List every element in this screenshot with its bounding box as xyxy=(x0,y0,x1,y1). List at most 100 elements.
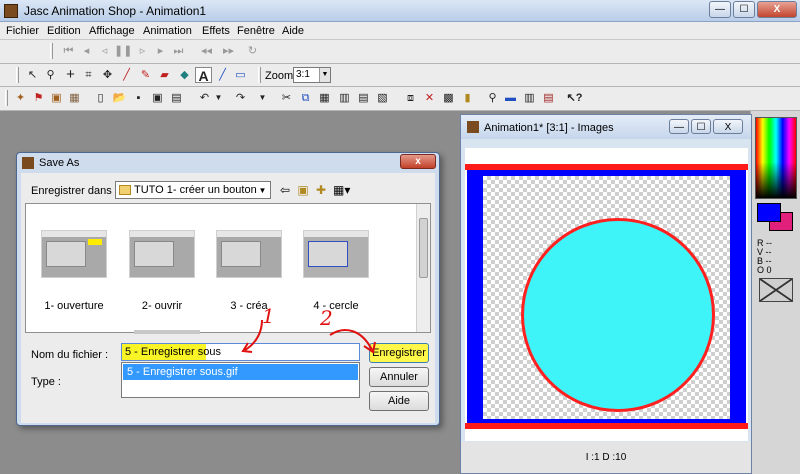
banner-wizard-icon[interactable]: ⚑ xyxy=(30,90,47,106)
back-icon[interactable]: ⇦ xyxy=(277,182,293,198)
delete-frames-icon[interactable]: ✕ xyxy=(421,90,438,106)
view-animation-icon[interactable]: ▬ xyxy=(502,90,519,106)
insert-frames-icon[interactable]: ⧈ xyxy=(402,90,419,106)
eraser-tool-icon[interactable]: ▰ xyxy=(156,67,173,83)
play-icon[interactable]: ▹ xyxy=(134,43,151,59)
cancel-button[interactable]: Annuler xyxy=(369,367,429,387)
line-tool-icon[interactable]: ╱ xyxy=(214,67,231,83)
color-spectrum[interactable] xyxy=(755,117,797,199)
menu-fenetre[interactable]: Fenêtre xyxy=(237,25,275,37)
fill-tool-icon[interactable]: ◆ xyxy=(176,67,193,83)
close-button[interactable]: X xyxy=(757,1,797,18)
open-psp-icon[interactable]: ▣ xyxy=(48,90,65,106)
anim-close-button[interactable]: X xyxy=(713,119,743,134)
dialog-close-button[interactable]: x xyxy=(400,154,436,169)
new-folder-icon[interactable]: ✚ xyxy=(313,182,329,198)
chevron-down-icon[interactable]: ▼ xyxy=(256,183,269,197)
previous-icon[interactable]: ◂◂ xyxy=(198,43,215,59)
zoom-tool-icon[interactable]: ⚲ xyxy=(42,67,59,83)
zoom-select[interactable]: 3:1 ▼ xyxy=(293,67,331,83)
previous-frame-icon[interactable]: ◂ xyxy=(78,43,95,59)
cut-icon[interactable]: ✂ xyxy=(278,90,295,106)
paste-icon[interactable]: ▦ xyxy=(316,90,333,106)
transition-icon[interactable]: ▩ xyxy=(440,90,457,106)
save-icon[interactable]: ▪ xyxy=(130,90,147,106)
save-as-icon[interactable]: ▣ xyxy=(149,90,166,106)
play-reverse-icon[interactable]: ◃ xyxy=(96,43,113,59)
menu-animation[interactable]: Animation xyxy=(143,25,192,37)
menu-fichier[interactable]: Fichier xyxy=(6,25,39,37)
save-button[interactable]: Enregistrer xyxy=(369,343,429,363)
next-frame-icon[interactable]: ▸ xyxy=(152,43,169,59)
file-list-scrollbar[interactable] xyxy=(416,204,430,332)
file-thumbnail xyxy=(303,230,369,278)
redo-dropdown-icon[interactable]: ▼ xyxy=(254,90,271,106)
pause-icon[interactable]: ❚❚ xyxy=(114,43,132,59)
arrow-tool-icon[interactable]: ↖ xyxy=(24,67,41,83)
color-swatches xyxy=(757,203,795,235)
menu-affichage[interactable]: Affichage xyxy=(89,25,135,37)
filename-input[interactable]: 5 - Enregistrer sous xyxy=(121,343,360,361)
undo-dropdown-icon[interactable]: ▼ xyxy=(210,90,227,106)
autocomplete-option[interactable]: 5 - Enregistrer sous.gif xyxy=(123,364,358,380)
scrollbar-thumb[interactable] xyxy=(419,218,428,278)
magnify-icon[interactable]: ⚲ xyxy=(484,90,501,106)
paste-after-icon[interactable]: ▧ xyxy=(374,90,391,106)
folder-icon xyxy=(119,185,131,195)
menu-aide[interactable]: Aide xyxy=(282,25,304,37)
last-frame-icon[interactable]: ⏭ xyxy=(170,43,187,59)
wizard-icon[interactable]: ✦ xyxy=(12,90,29,106)
foreground-color-swatch[interactable] xyxy=(757,203,781,222)
red-border-bottom xyxy=(465,423,748,429)
frame-properties-icon[interactable]: ▦ xyxy=(66,90,83,106)
animation-canvas[interactable] xyxy=(465,148,748,441)
transparent-swatch[interactable] xyxy=(759,278,793,302)
optimize-icon[interactable]: ▥ xyxy=(521,90,538,106)
text-tool-icon[interactable]: A xyxy=(195,67,212,84)
chevron-down-icon[interactable]: ▼ xyxy=(319,68,330,82)
save-in-select[interactable]: TUTO 1- créer un bouton avec ▼ xyxy=(115,181,271,212)
file-item[interactable]: 1- ouverture xyxy=(29,230,119,318)
file-label: 4 - cercle xyxy=(313,300,359,312)
first-frame-icon[interactable]: ⏮ xyxy=(60,43,77,59)
anim-minimize-button[interactable]: — xyxy=(669,119,689,134)
paste-before-icon[interactable]: ▤ xyxy=(355,90,372,106)
app-title-bar: Jasc Animation Shop - Animation1 — ☐ X xyxy=(0,0,800,22)
copy-icon[interactable]: ⧉ xyxy=(297,90,314,106)
help-button[interactable]: Aide xyxy=(369,391,429,411)
type-label: Type : xyxy=(31,376,61,388)
app-title: Jasc Animation Shop - Animation1 xyxy=(24,4,207,18)
rectangle-tool-icon[interactable]: ▭ xyxy=(232,67,249,83)
help-icon[interactable]: ↖? xyxy=(566,90,583,106)
brush-tool-icon[interactable]: ✎ xyxy=(137,67,154,83)
menu-edition[interactable]: Edition xyxy=(47,25,81,37)
move-tool-icon[interactable]: ✥ xyxy=(99,67,116,83)
effect-icon[interactable]: ▮ xyxy=(459,90,476,106)
redo-icon[interactable]: ↷ xyxy=(232,90,249,106)
refresh-icon[interactable]: ↻ xyxy=(244,43,261,59)
save-frames-icon[interactable]: ▤ xyxy=(168,90,185,106)
next-icon[interactable]: ▸▸ xyxy=(220,43,237,59)
anim-maximize-button[interactable]: ☐ xyxy=(691,119,711,134)
file-label: 1- ouverture xyxy=(44,300,104,312)
file-item[interactable]: 4 - cercle xyxy=(291,230,381,318)
file-thumbnail xyxy=(41,230,107,278)
menu-effets[interactable]: Effets xyxy=(202,25,230,37)
preview-icon[interactable]: ▤ xyxy=(540,90,557,106)
dialog-title-bar: Save As x xyxy=(17,153,439,173)
crop-tool-icon[interactable]: ⌗ xyxy=(80,67,97,83)
maximize-button[interactable]: ☐ xyxy=(733,1,755,18)
file-item[interactable]: 2- ouvrir xyxy=(117,230,207,318)
file-label: 3 - créa xyxy=(230,300,268,312)
new-icon[interactable]: ▯ xyxy=(92,90,109,106)
cyan-circle xyxy=(521,218,715,412)
crosshair-tool-icon[interactable]: + xyxy=(62,67,79,83)
minimize-button[interactable]: — xyxy=(709,1,731,18)
file-item[interactable]: 3 - créa xyxy=(204,230,294,318)
file-list[interactable]: 1- ouverture 2- ouvrir 3 - créa 4 - cerc… xyxy=(25,203,431,334)
view-menu-icon[interactable]: ▦▾ xyxy=(333,182,350,198)
up-folder-icon[interactable]: ▣ xyxy=(295,182,311,198)
dropper-tool-icon[interactable]: ╱ xyxy=(118,67,135,83)
open-icon[interactable]: 📂 xyxy=(111,90,128,106)
paste-new-icon[interactable]: ▥ xyxy=(336,90,353,106)
